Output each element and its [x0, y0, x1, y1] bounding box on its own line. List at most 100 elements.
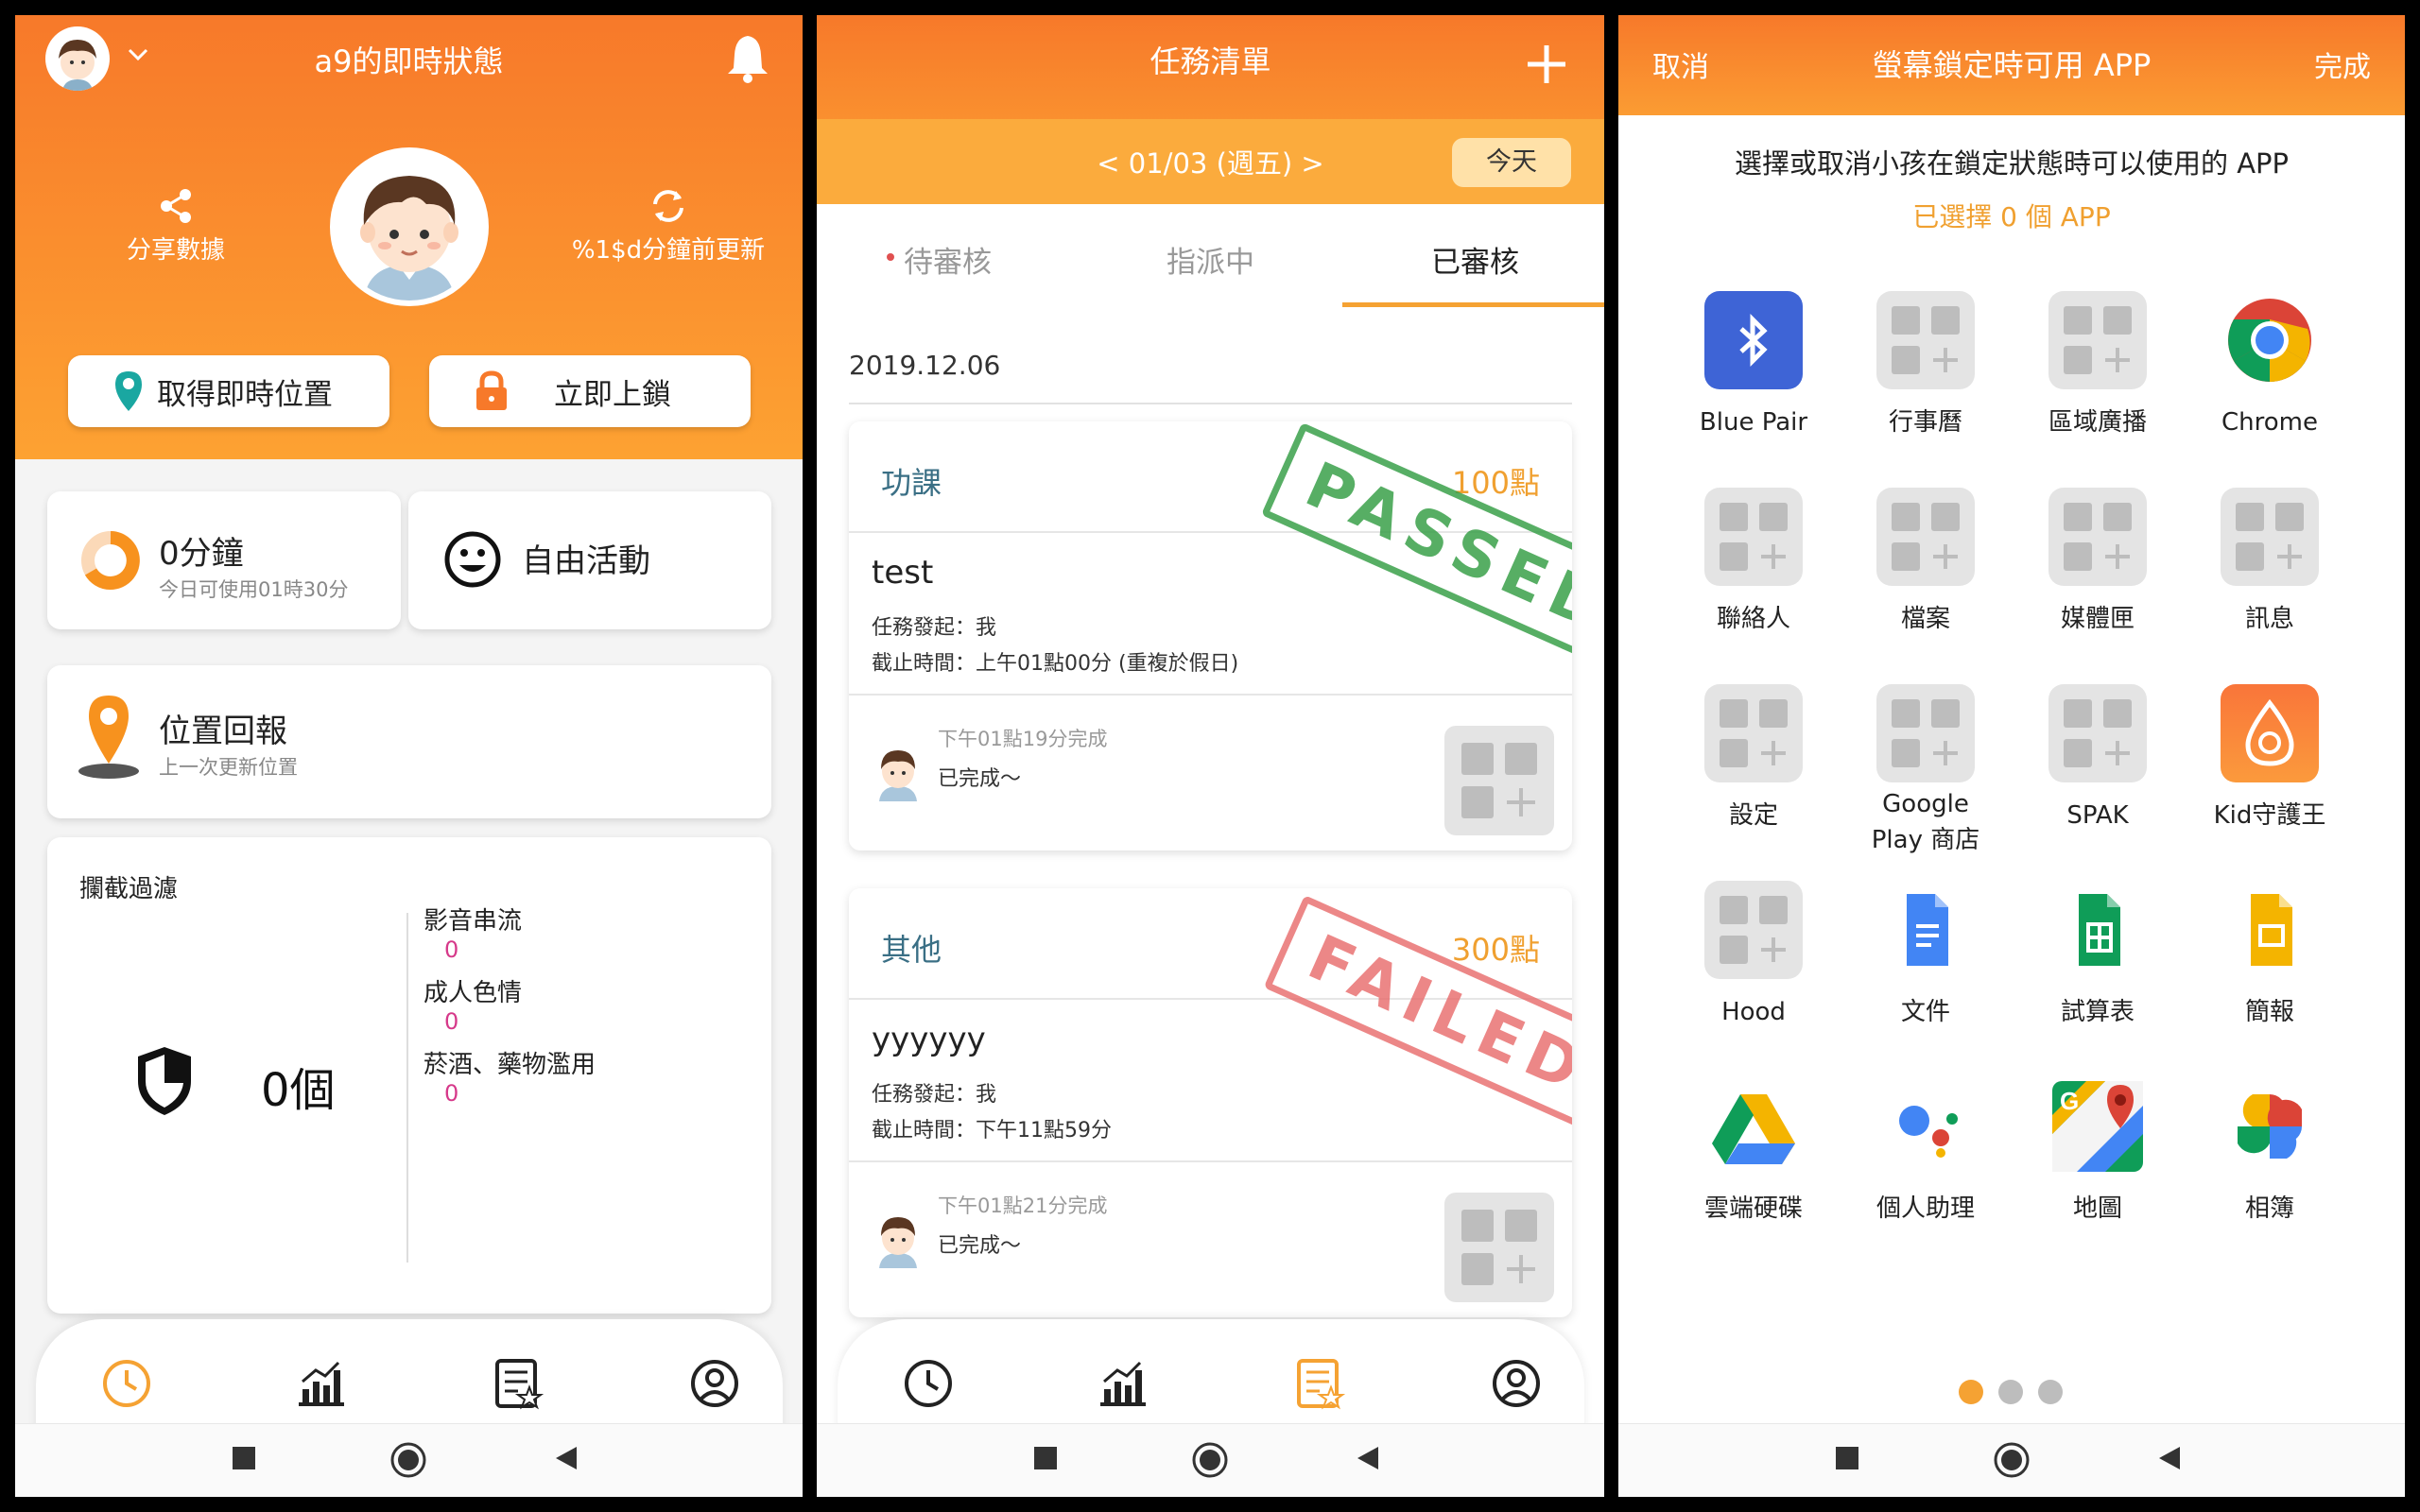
photo-placeholder-icon[interactable]: [1444, 1193, 1554, 1302]
app-tile[interactable]: 文件: [1840, 881, 2012, 1030]
app-tile[interactable]: 行事曆: [1840, 291, 2012, 440]
app-tile[interactable]: 訊息: [2184, 488, 2356, 637]
back-icon[interactable]: [1356, 1445, 1380, 1471]
recent-apps-icon[interactable]: [231, 1445, 257, 1471]
home-icon[interactable]: [1191, 1441, 1229, 1479]
filter-item: 影音串流 0: [424, 902, 596, 973]
task-list-icon[interactable]: [492, 1357, 544, 1410]
page-dot-active[interactable]: [1959, 1380, 1983, 1404]
stats-icon[interactable]: [295, 1357, 348, 1410]
task-screen: 任務清單 < 01/03 (週五) > 今天 待審核 指派中 已審核 2019.…: [817, 15, 1604, 1497]
placeholder-icon: [1840, 291, 2012, 389]
app-label: 行事曆: [1888, 408, 1962, 437]
app-label: 媒體匣: [2060, 605, 2135, 633]
app-tile[interactable]: Chrome: [2184, 291, 2356, 440]
placeholder-icon: [2012, 488, 2184, 586]
smiley-icon: [444, 531, 501, 588]
plus-icon[interactable]: [1526, 43, 1567, 85]
task-completed-time: 下午01點21分完成: [938, 1194, 1108, 1217]
tab-pending[interactable]: 待審核: [904, 238, 992, 281]
get-location-button[interactable]: 取得即時位置: [68, 355, 389, 427]
app-tile[interactable]: 雲端硬碟: [1668, 1077, 1840, 1227]
location-report-card[interactable]: 位置回報 上一次更新位置: [47, 665, 771, 818]
instruction-text: 選擇或取消小孩在鎖定狀態時可以使用的 APP: [1734, 147, 2290, 180]
drive-icon: [1668, 1077, 1840, 1176]
app-tile[interactable]: Google Play 商店: [1840, 684, 2012, 858]
app-tile[interactable]: 個人助理: [1840, 1077, 2012, 1227]
profile-icon[interactable]: [1490, 1357, 1543, 1410]
photo-placeholder-icon[interactable]: [1444, 726, 1554, 835]
bell-icon[interactable]: [724, 32, 771, 85]
app-page-title: 螢幕鎖定時可用 APP: [1872, 47, 2152, 83]
divider: [849, 403, 1572, 404]
app-label: 文件: [1900, 998, 1950, 1026]
page-dot[interactable]: [1998, 1380, 2023, 1404]
page-dot[interactable]: [2038, 1380, 2063, 1404]
recent-apps-icon[interactable]: [1834, 1445, 1860, 1471]
clock-icon[interactable]: [100, 1357, 153, 1410]
filter-card[interactable]: 攔截過濾 0個 影音串流 0 成人色情 0 菸酒、藥物濫用 0: [47, 837, 771, 1314]
app-tile[interactable]: 設定: [1668, 684, 1840, 833]
recent-apps-icon[interactable]: [1032, 1445, 1059, 1471]
task-name: test: [872, 554, 934, 592]
app-tile[interactable]: SPAK: [2012, 684, 2184, 833]
task-list-icon[interactable]: [1293, 1357, 1346, 1410]
app-tile[interactable]: 聯絡人: [1668, 488, 1840, 637]
filter-item-label: 影音串流: [424, 907, 523, 936]
chrome-icon: [2184, 291, 2356, 389]
app-label: 聯絡人: [1716, 605, 1790, 633]
stats-icon[interactable]: [1097, 1357, 1150, 1410]
filter-item-value: 0: [444, 936, 459, 963]
share-data-button[interactable]: 分享數據: [100, 187, 251, 266]
placeholder-icon: [2012, 291, 2184, 389]
home-icon[interactable]: [1993, 1441, 2031, 1479]
clock-icon[interactable]: [902, 1357, 955, 1410]
app-tile[interactable]: Kid守護王: [2184, 684, 2356, 833]
lock-icon: [476, 370, 507, 410]
tab-reviewed[interactable]: 已審核: [1431, 238, 1519, 281]
profile-icon[interactable]: [688, 1357, 741, 1410]
app-label: Chrome: [2221, 408, 2318, 437]
tab-assigned[interactable]: 指派中: [1167, 238, 1254, 281]
get-location-label: 取得即時位置: [157, 377, 333, 412]
status-header: a9的即時狀態 分享數據 %1$d分鐘前更新 取得即時位置 立即上鎖: [15, 15, 803, 459]
app-label: 區域廣播: [2048, 408, 2147, 437]
app-label: 地圖: [2072, 1194, 2122, 1223]
home-icon[interactable]: [389, 1441, 427, 1479]
app-label: 設定: [1728, 801, 1778, 830]
task-card[interactable]: 其他 300點 yyyyyy 任務發起：我 截止時間：下午11點59分 下午01…: [849, 888, 1572, 1317]
lock-now-button[interactable]: 立即上鎖: [429, 355, 751, 427]
usage-time-card[interactable]: 0分鐘 今日可使用01時30分: [47, 491, 401, 629]
task-points: 300點: [1451, 932, 1540, 968]
app-tile[interactable]: Blue Pair: [1668, 291, 1840, 440]
svg-text:G: G: [2060, 1087, 2079, 1115]
back-icon[interactable]: [2157, 1445, 2182, 1471]
section-date: 2019.12.06: [849, 350, 1001, 381]
app-tile[interactable]: 簡報: [2184, 881, 2356, 1030]
app-tile[interactable]: 媒體匣: [2012, 488, 2184, 637]
placeholder-icon: [1840, 684, 2012, 782]
app-label: Kid守護王: [2213, 801, 2326, 830]
app-tile[interactable]: G 地圖: [2012, 1077, 2184, 1227]
app-tile[interactable]: 相簿: [2184, 1077, 2356, 1227]
back-icon[interactable]: [554, 1445, 579, 1471]
app-tile[interactable]: 試算表: [2012, 881, 2184, 1030]
task-page-title: 任務清單: [1150, 43, 1271, 79]
active-tab-indicator: [1342, 302, 1604, 307]
task-card[interactable]: 功課 100點 test 任務發起：我 截止時間：上午01點00分 (重複於假日…: [849, 421, 1572, 850]
free-activity-card[interactable]: 自由活動: [408, 491, 771, 629]
bluetooth-icon: [1668, 291, 1840, 389]
divider: [849, 1160, 1572, 1162]
app-tile[interactable]: 區域廣播: [2012, 291, 2184, 440]
app-tile[interactable]: 檔案: [1840, 488, 2012, 637]
task-issuer: 任務發起：我: [872, 616, 997, 640]
app-label: SPAK: [2066, 801, 2129, 830]
app-label: 試算表: [2060, 998, 2135, 1026]
location-report-title: 位置回報: [159, 713, 287, 750]
placeholder-icon: [1668, 684, 1840, 782]
done-button[interactable]: 完成: [2314, 43, 2371, 85]
today-button[interactable]: 今天: [1452, 138, 1571, 187]
refresh-status-button[interactable]: %1$d分鐘前更新: [550, 187, 786, 266]
location-pin-icon: [115, 371, 142, 411]
app-tile[interactable]: Hood: [1668, 881, 1840, 1030]
